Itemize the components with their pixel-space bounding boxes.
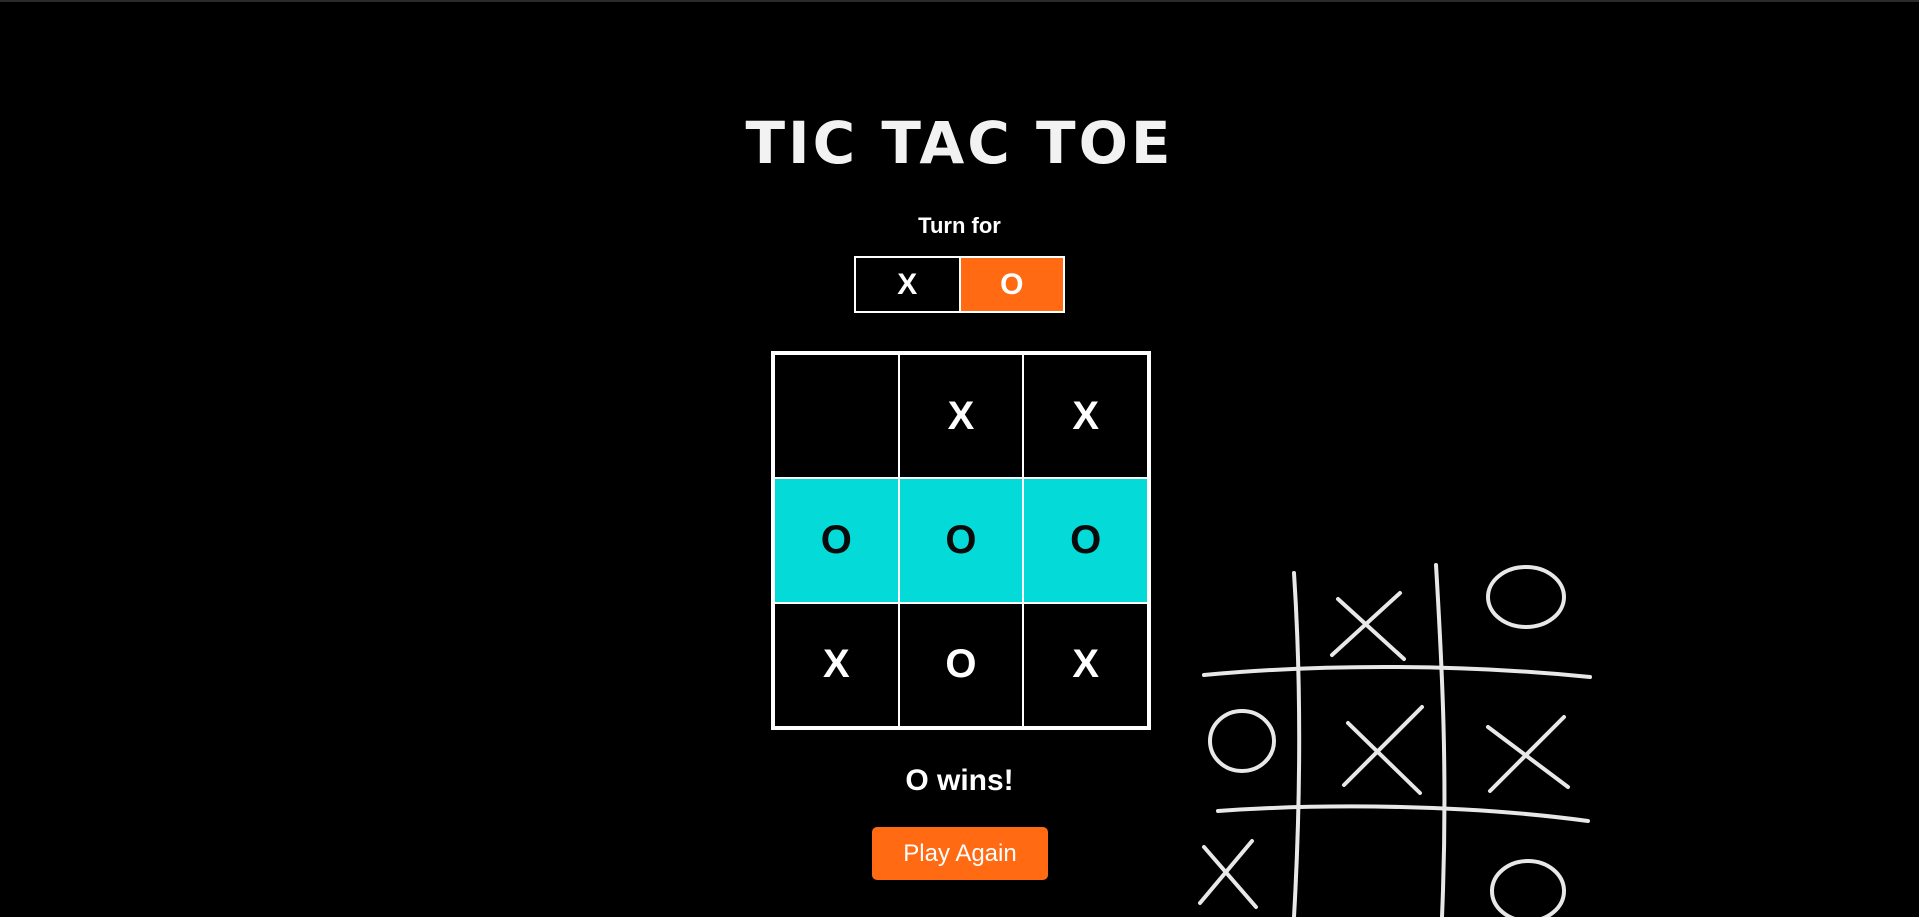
turn-indicator: X O <box>854 256 1065 313</box>
board-cell-8[interactable]: O <box>898 602 1024 727</box>
turn-label: Turn for <box>918 213 1001 238</box>
top-border-line <box>0 0 1919 2</box>
board-cell-4[interactable]: O <box>774 478 899 603</box>
game-title: TIC TAC TOE <box>745 109 1174 177</box>
board-cell-9[interactable]: X <box>1023 602 1148 727</box>
result-message: O wins! <box>905 764 1014 797</box>
board-cell-6[interactable]: O <box>1023 478 1148 603</box>
board-cell-2[interactable]: X <box>898 354 1024 479</box>
game-board: X X O O O X O X <box>771 351 1151 730</box>
board-cell-3[interactable]: X <box>1023 354 1148 479</box>
turn-option-o: O <box>960 258 1063 311</box>
chalk-tic-tac-toe-sketch-icon <box>1198 563 1592 917</box>
board-cell-5[interactable]: O <box>898 478 1024 603</box>
turn-option-x: X <box>856 258 961 311</box>
board-cell-1[interactable] <box>774 354 899 479</box>
board-cell-7[interactable]: X <box>774 602 899 727</box>
play-again-button[interactable]: Play Again <box>872 827 1048 880</box>
